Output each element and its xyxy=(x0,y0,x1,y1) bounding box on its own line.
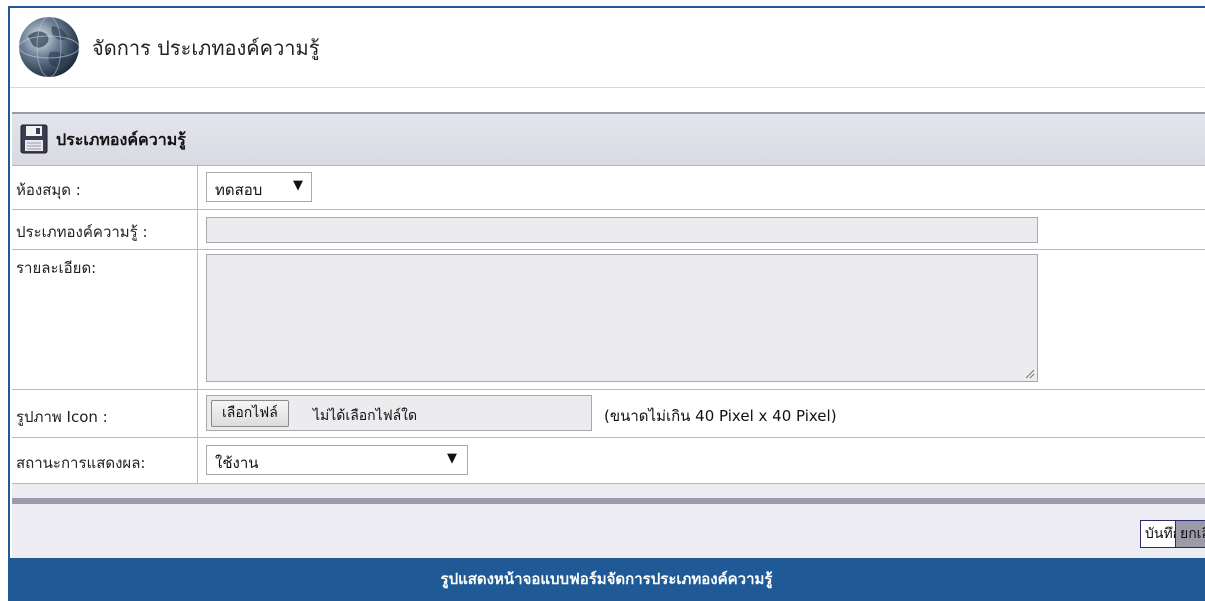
floppy-disk-icon xyxy=(20,124,48,154)
figure-caption: รูปแสดงหน้าจอแบบฟอร์มจัดการประเภทองค์ควา… xyxy=(8,558,1205,601)
display-status-label: สถานะการแสดงผล: xyxy=(16,454,146,472)
category-input[interactable] xyxy=(206,217,1038,243)
description-textarea[interactable] xyxy=(206,254,1038,382)
category-row: ประเภทองค์ความรู้ : xyxy=(12,210,1205,250)
display-status-select[interactable]: ใช้งาน ▼ xyxy=(206,445,468,475)
form-panel: ประเภทองค์ความรู้ ห้องสมุด : ทดสอบ ▼ ประ… xyxy=(12,112,1205,562)
file-status: ไม่ได้เลือกไฟล์ใด xyxy=(313,408,418,424)
library-label: ห้องสมุด : xyxy=(16,181,81,199)
library-select-value: ทดสอบ xyxy=(215,181,263,199)
dropdown-arrow-icon: ▼ xyxy=(447,451,457,466)
panel-title: ประเภทองค์ความรู้ xyxy=(56,130,186,149)
library-select[interactable]: ทดสอบ ▼ xyxy=(206,172,312,202)
icon-image-label: รูปภาพ Icon : xyxy=(16,408,108,426)
label-cell: รูปภาพ Icon : xyxy=(12,390,198,437)
page-frame: จัดการ ประเภทองค์ความรู้ ประเภทองค์ความร… xyxy=(8,6,1205,562)
page-header: จัดการ ประเภทองค์ความรู้ xyxy=(10,8,1205,88)
description-label: รายละเอียด: xyxy=(16,259,97,277)
label-cell: ประเภทองค์ความรู้ : xyxy=(12,210,198,249)
label-cell: รายละเอียด: xyxy=(12,250,198,389)
display-status-value: ใช้งาน xyxy=(215,454,259,472)
cancel-button[interactable]: ยกเลิก xyxy=(1175,520,1205,548)
description-row: รายละเอียด: xyxy=(12,250,1205,390)
form-footer: บันทึก ยกเลิก xyxy=(12,498,1205,562)
file-input[interactable]: เลือกไฟล์ ไม่ได้เลือกไฟล์ใด xyxy=(206,395,592,431)
page-title: จัดการ ประเภทองค์ความรู้ xyxy=(92,36,320,60)
display-status-row: สถานะการแสดงผล: ใช้งาน ▼ xyxy=(12,438,1205,484)
file-size-hint: (ขนาดไม่เกิน 40 Pixel x 40 Pixel) xyxy=(604,407,837,425)
resize-grip-icon[interactable] xyxy=(1023,367,1035,379)
library-row: ห้องสมุด : ทดสอบ ▼ xyxy=(12,166,1205,210)
globe-icon xyxy=(18,16,80,78)
label-cell: สถานะการแสดงผล: xyxy=(12,438,198,483)
label-cell: ห้องสมุด : xyxy=(12,166,198,209)
choose-file-button[interactable]: เลือกไฟล์ xyxy=(211,400,289,427)
category-label: ประเภทองค์ความรู้ : xyxy=(16,223,148,241)
icon-image-row: รูปภาพ Icon : เลือกไฟล์ ไม่ได้เลือกไฟล์ใ… xyxy=(12,390,1205,438)
panel-header: ประเภทองค์ความรู้ xyxy=(12,114,1205,166)
dropdown-arrow-icon: ▼ xyxy=(293,178,303,193)
